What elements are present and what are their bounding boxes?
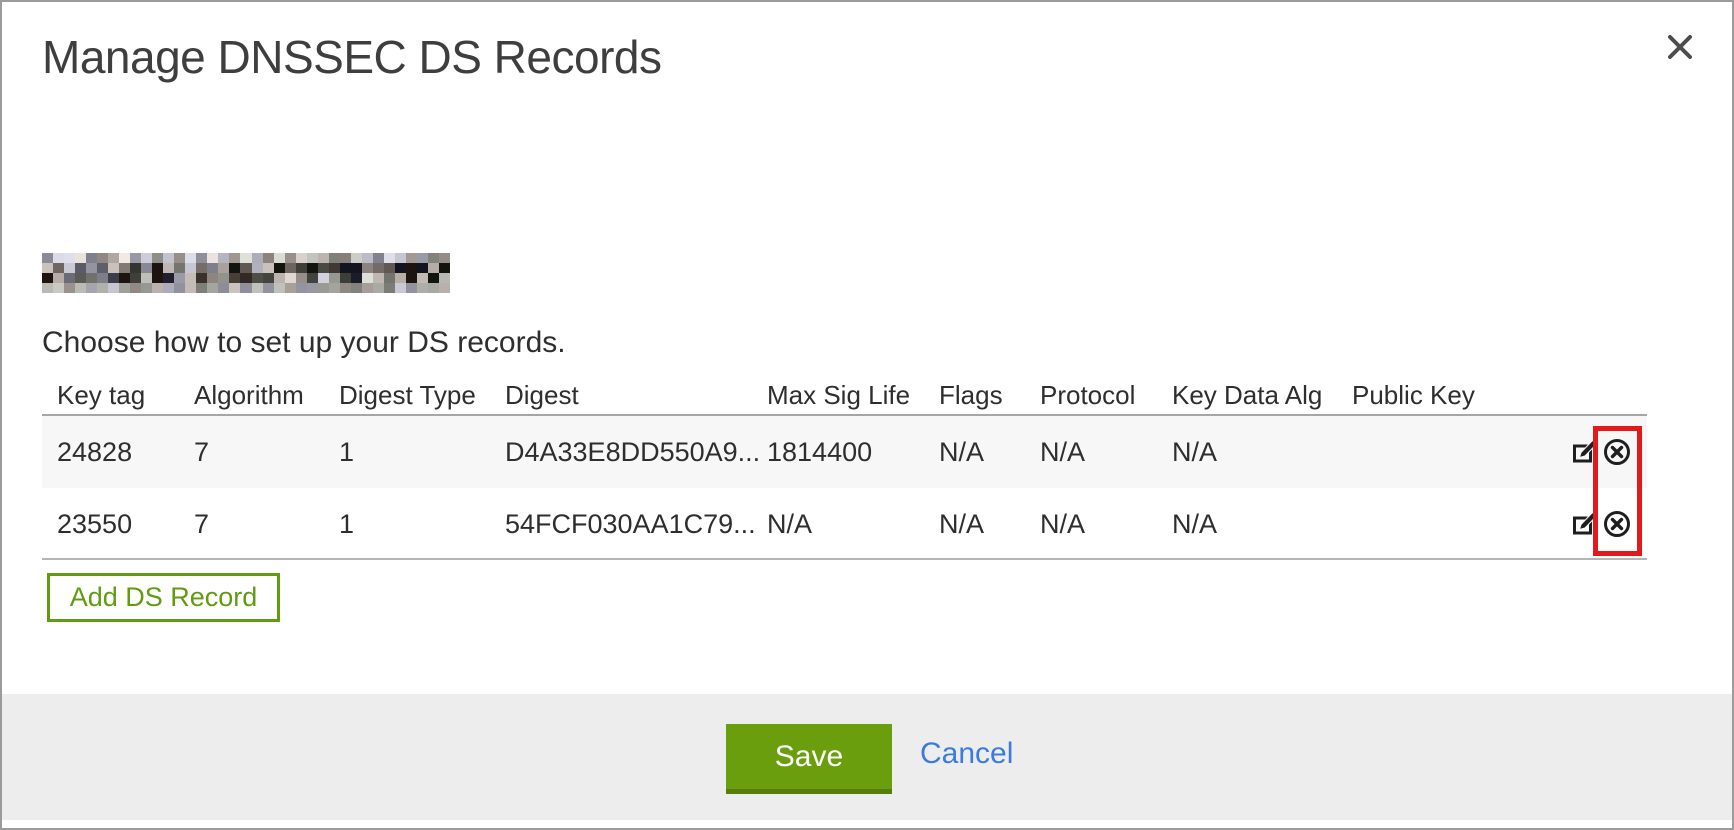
column-header-digest-type: Digest Type xyxy=(339,380,476,411)
circle-x-delete-icon xyxy=(1603,510,1631,538)
cell-key-data-alg: N/A xyxy=(1172,509,1217,540)
cell-algorithm: 7 xyxy=(194,437,209,468)
dialog-footer: Save Cancel xyxy=(2,694,1732,820)
cell-max-sig-life: 1814400 xyxy=(767,437,872,468)
cell-key-data-alg: N/A xyxy=(1172,437,1217,468)
edit-record-button[interactable] xyxy=(1571,510,1599,538)
cell-protocol: N/A xyxy=(1040,437,1085,468)
table-row: 23550 7 1 54FCF030AA1C79... N/A N/A N/A … xyxy=(42,488,1647,560)
cell-max-sig-life: N/A xyxy=(767,509,812,540)
cell-digest: 54FCF030AA1C79... xyxy=(505,509,756,540)
column-header-protocol: Protocol xyxy=(1040,380,1135,411)
cell-digest-type: 1 xyxy=(339,509,354,540)
edit-record-button[interactable] xyxy=(1571,438,1599,466)
column-header-algorithm: Algorithm xyxy=(194,380,304,411)
cell-key-tag: 24828 xyxy=(57,437,132,468)
column-header-digest: Digest xyxy=(505,380,579,411)
dialog-title: Manage DNSSEC DS Records xyxy=(42,30,661,84)
column-header-flags: Flags xyxy=(939,380,1003,411)
cell-digest: D4A33E8DD550A9... xyxy=(505,437,760,468)
table-header-row: Key tag Algorithm Digest Type Digest Max… xyxy=(42,370,1647,416)
edit-icon xyxy=(1571,510,1599,538)
close-icon xyxy=(1665,32,1695,62)
add-ds-record-button[interactable]: Add DS Record xyxy=(47,573,280,622)
delete-record-button[interactable] xyxy=(1603,510,1631,538)
cell-flags: N/A xyxy=(939,437,984,468)
cell-key-tag: 23550 xyxy=(57,509,132,540)
cell-algorithm: 7 xyxy=(194,509,209,540)
ds-records-table: Key tag Algorithm Digest Type Digest Max… xyxy=(42,370,1647,560)
close-button[interactable] xyxy=(1660,28,1700,68)
cell-flags: N/A xyxy=(939,509,984,540)
save-button[interactable]: Save xyxy=(726,724,892,794)
column-header-key-data-alg: Key Data Alg xyxy=(1172,380,1322,411)
instructions-text: Choose how to set up your DS records. xyxy=(42,326,566,360)
cell-digest-type: 1 xyxy=(339,437,354,468)
column-header-max-sig-life: Max Sig Life xyxy=(767,380,910,411)
domain-name-redacted xyxy=(42,253,450,293)
delete-record-button[interactable] xyxy=(1603,438,1631,466)
manage-dnssec-dialog: Manage DNSSEC DS Records Choose how to s… xyxy=(0,0,1734,830)
cell-protocol: N/A xyxy=(1040,509,1085,540)
table-row: 24828 7 1 D4A33E8DD550A9... 1814400 N/A … xyxy=(42,416,1647,488)
circle-x-delete-icon xyxy=(1603,438,1631,466)
column-header-public-key: Public Key xyxy=(1352,380,1475,411)
column-header-key-tag: Key tag xyxy=(57,380,145,411)
edit-icon xyxy=(1571,438,1599,466)
cancel-link[interactable]: Cancel xyxy=(920,737,1013,771)
